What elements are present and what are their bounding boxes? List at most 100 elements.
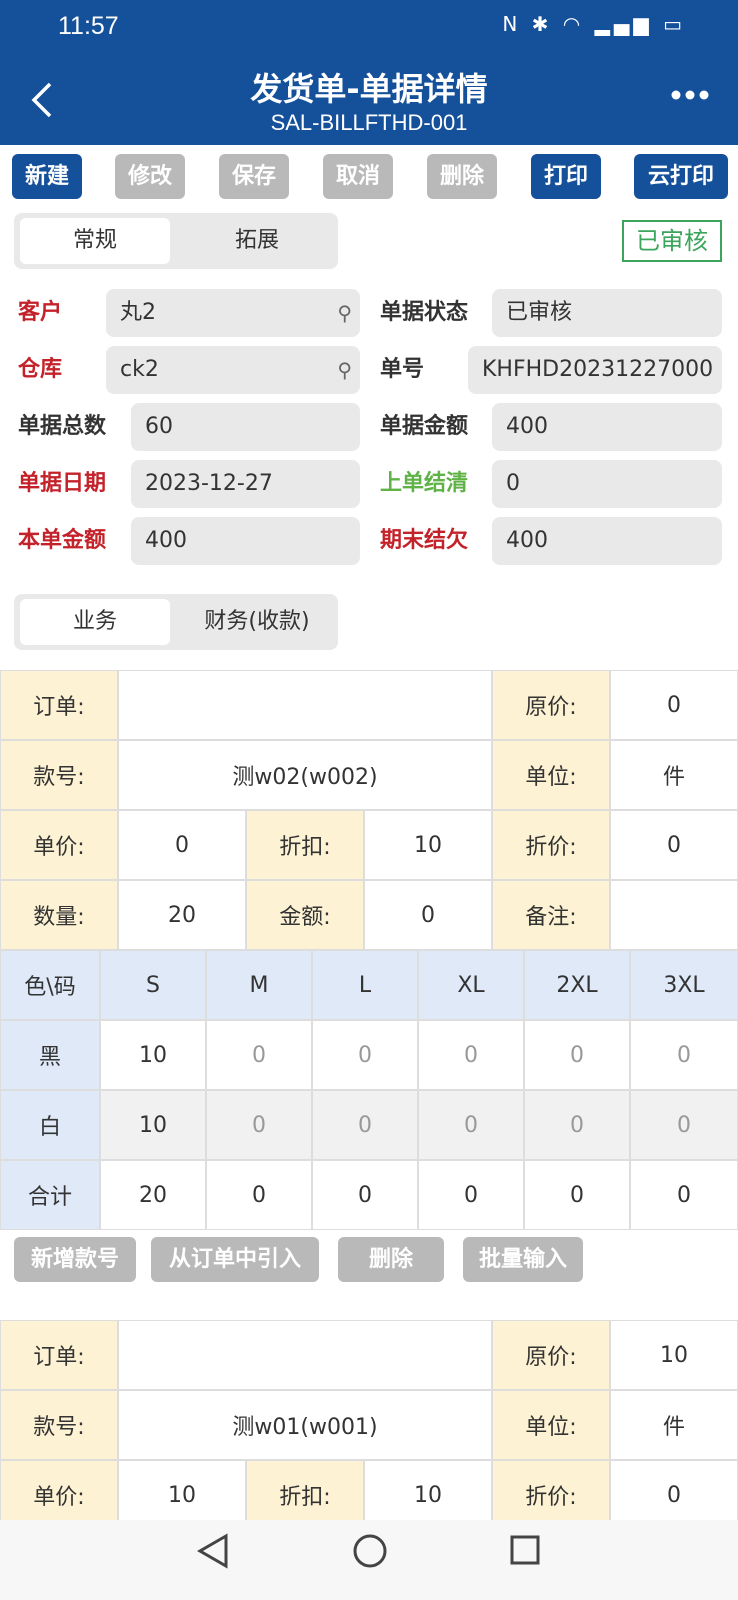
this-amount-field: 400 — [131, 517, 360, 565]
tab-business[interactable]: 业务 — [20, 599, 170, 645]
size-qty-cell[interactable]: 0 — [312, 1090, 418, 1160]
unit-label: 单位: — [492, 740, 610, 810]
size-qty-cell[interactable]: 10 — [100, 1020, 206, 1090]
search-icon[interactable]: ⚲ — [337, 289, 352, 337]
total-count-label: 单据总数 — [18, 414, 107, 439]
size-header-cell: L — [312, 950, 418, 1020]
warehouse-label: 仓库 — [18, 357, 63, 382]
new-button[interactable]: 新建 — [12, 154, 82, 199]
price-label: 单价: — [0, 810, 118, 880]
size-row-label: 合计 — [0, 1160, 100, 1230]
size-row-label: 黑 — [0, 1020, 100, 1090]
size-qty-cell[interactable]: 0 — [630, 1090, 738, 1160]
amount-value: 0 — [364, 880, 492, 950]
save-button[interactable]: 保存 — [219, 154, 289, 199]
this-amount-label: 本单金额 — [18, 528, 107, 553]
number-label: 单号 — [380, 357, 425, 382]
size-qty-cell[interactable]: 0 — [206, 1020, 312, 1090]
size-header-cell: 3XL — [630, 950, 738, 1020]
edit-button[interactable]: 修改 — [115, 154, 185, 199]
disc-price-label: 折价: — [492, 810, 610, 880]
tabs-section: 业务 财务(收款) — [14, 594, 338, 650]
size-row-label: 白 — [0, 1090, 100, 1160]
customer-field[interactable]: 丸2 ⚲ — [106, 289, 360, 337]
nav-recent-icon[interactable] — [508, 1532, 542, 1579]
size-qty-cell[interactable]: 0 — [312, 1020, 418, 1090]
toolbar: 新建 修改 保存 取消 删除 打印 云打印 — [12, 154, 728, 200]
page-subtitle: SAL-BILLFTHD-001 — [270, 110, 468, 135]
prev-settle-label: 上单结清 — [380, 471, 469, 496]
price-value[interactable]: 0 — [118, 810, 246, 880]
size-qty-cell: 0 — [630, 1160, 738, 1230]
date-label: 单据日期 — [18, 471, 107, 496]
size-header-cell: 色\码 — [0, 950, 100, 1020]
size-qty-cell: 0 — [206, 1160, 312, 1230]
search-icon[interactable]: ⚲ — [337, 346, 352, 394]
order-value[interactable] — [118, 1320, 492, 1390]
import-order-button[interactable]: 从订单中引入 — [151, 1237, 319, 1282]
style-value[interactable]: 测w02(w002) — [118, 740, 492, 810]
style-label: 款号: — [0, 1390, 118, 1460]
size-table: 色\码 S M L XL 2XL 3XL 黑 10 0 0 0 0 0 白 10 0 0 0 0 0 合计 20 0 0 0 0 0 — [0, 950, 738, 1230]
orig-price-value[interactable]: 10 — [610, 1320, 738, 1390]
discount-label: 折扣: — [246, 810, 364, 880]
prev-settle-field: 0 — [492, 460, 722, 508]
add-style-button[interactable]: 新增款号 — [14, 1237, 136, 1282]
batch-input-button[interactable]: 批量输入 — [463, 1237, 583, 1282]
qty-value: 20 — [118, 880, 246, 950]
number-field[interactable]: KHFHD20231227000 — [468, 346, 722, 394]
more-icon[interactable] — [670, 82, 710, 102]
tab-finance[interactable]: 财务(收款) — [182, 599, 332, 645]
status-field: 已审核 — [492, 289, 722, 337]
status-label: 单据状态 — [380, 300, 469, 325]
status-badge: 已审核 — [622, 220, 722, 262]
unit-value[interactable]: 件 — [610, 740, 738, 810]
size-header-cell: S — [100, 950, 206, 1020]
qty-label: 数量: — [0, 880, 118, 950]
print-button[interactable]: 打印 — [531, 154, 601, 199]
page-title: 发货单-单据详情 — [250, 70, 488, 108]
warehouse-field[interactable]: ck2 ⚲ — [106, 346, 360, 394]
order-label: 订单: — [0, 1320, 118, 1390]
style-value[interactable]: 测w01(w001) — [118, 1390, 492, 1460]
nav-back-icon[interactable] — [196, 1532, 230, 1579]
size-qty-cell: 0 — [312, 1160, 418, 1230]
status-time: 11:57 — [58, 12, 119, 40]
tab-general[interactable]: 常规 — [20, 218, 170, 264]
remark-value[interactable] — [610, 880, 738, 950]
end-owe-label: 期末结欠 — [380, 528, 469, 553]
size-qty-cell[interactable]: 0 — [524, 1020, 630, 1090]
tabs-general: 常规 拓展 — [14, 213, 338, 269]
unit-label: 单位: — [492, 1390, 610, 1460]
app-header: 11:57 N ✱ ◠ ▂▄▆ ▭ 发货单-单据详情 SAL-BILLFTHD-… — [0, 0, 738, 145]
size-qty-cell[interactable]: 0 — [524, 1090, 630, 1160]
orig-price-value[interactable]: 0 — [610, 670, 738, 740]
date-field[interactable]: 2023-12-27 — [131, 460, 360, 508]
tab-extend[interactable]: 拓展 — [182, 218, 332, 264]
order-label: 订单: — [0, 670, 118, 740]
size-qty-cell[interactable]: 0 — [630, 1020, 738, 1090]
size-header-cell: M — [206, 950, 312, 1020]
customer-value: 丸2 — [120, 300, 156, 325]
delete-button[interactable]: 删除 — [427, 154, 497, 199]
system-nav-bar — [0, 1520, 738, 1600]
size-qty-cell[interactable]: 0 — [418, 1090, 524, 1160]
size-qty-cell[interactable]: 0 — [418, 1020, 524, 1090]
customer-label: 客户 — [18, 300, 63, 325]
unit-value[interactable]: 件 — [610, 1390, 738, 1460]
disc-price-value[interactable]: 0 — [610, 810, 738, 880]
nav-home-icon[interactable] — [352, 1532, 388, 1579]
order-value[interactable] — [118, 670, 492, 740]
total-amount-label: 单据金额 — [380, 414, 469, 439]
size-qty-cell[interactable]: 0 — [206, 1090, 312, 1160]
size-qty-cell: 0 — [418, 1160, 524, 1230]
end-owe-field: 400 — [492, 517, 722, 565]
delete-item-button[interactable]: 删除 — [338, 1237, 444, 1282]
total-count-field: 60 — [131, 403, 360, 451]
size-header-cell: XL — [418, 950, 524, 1020]
cancel-button[interactable]: 取消 — [323, 154, 393, 199]
discount-value[interactable]: 10 — [364, 810, 492, 880]
status-icons: N ✱ ◠ ▂▄▆ ▭ — [502, 12, 686, 36]
cloud-print-button[interactable]: 云打印 — [634, 154, 728, 199]
size-qty-cell[interactable]: 10 — [100, 1090, 206, 1160]
